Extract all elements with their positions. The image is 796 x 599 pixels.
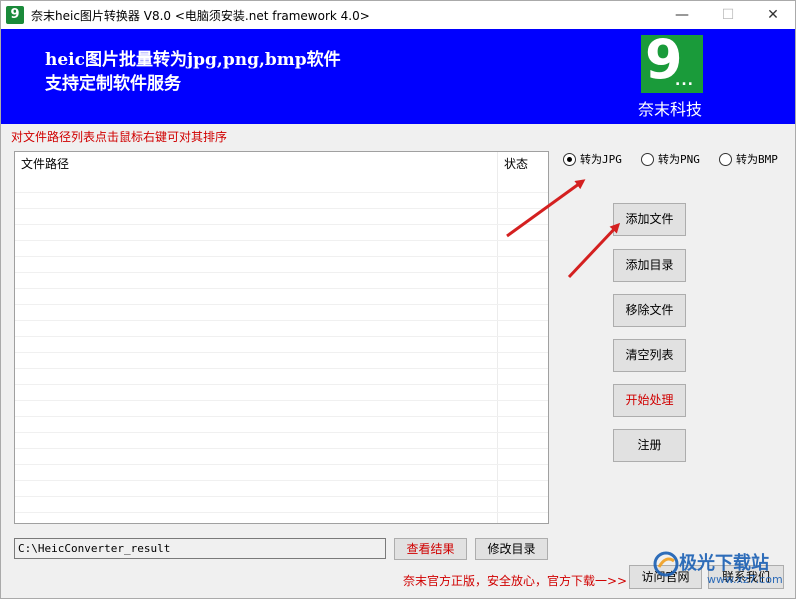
empty-row-line	[15, 320, 548, 321]
empty-row-line	[15, 464, 548, 465]
empty-row-line	[15, 368, 548, 369]
logo-dots: ...	[675, 73, 694, 89]
format-jpg-radio[interactable]: 转为JPG	[563, 151, 622, 167]
empty-row-line	[15, 336, 548, 337]
empty-row-line	[15, 416, 548, 417]
format-bmp-label: 转为BMP	[736, 153, 778, 166]
close-button[interactable]: ✕	[750, 1, 796, 29]
window-title: 奈末heic图片转换器 V8.0 <电脑须安装.net framework 4.…	[31, 9, 370, 23]
site-watermark: 极光下载站 www.xz7.com	[649, 549, 789, 593]
change-directory-button[interactable]: 修改目录	[475, 538, 548, 560]
empty-row-line	[15, 240, 548, 241]
title-bar: 9 奈末heic图片转换器 V8.0 <电脑须安装.net framework …	[1, 1, 795, 29]
banner-subheadline: 支持定制软件服务	[45, 74, 181, 94]
company-logo[interactable]: 9 ...	[641, 29, 703, 93]
format-png-label: 转为PNG	[658, 153, 700, 166]
format-png-radio[interactable]: 转为PNG	[641, 151, 700, 167]
company-name: 奈末科技	[638, 100, 703, 119]
remove-file-button[interactable]: 移除文件	[613, 294, 686, 327]
empty-row-line	[15, 496, 548, 497]
radio-empty-icon	[641, 152, 654, 166]
empty-row-line	[15, 272, 548, 273]
start-processing-button[interactable]: 开始处理	[613, 384, 686, 417]
format-bmp-radio[interactable]: 转为BMP	[719, 151, 778, 167]
file-list[interactable]: 文件路径 状态	[14, 151, 549, 524]
official-download-note: 奈末官方正版，安全放心，官方下载一>>	[403, 574, 628, 588]
add-directory-button[interactable]: 添加目录	[613, 249, 686, 282]
app-icon: 9	[6, 6, 24, 24]
arrow-to-add-file-button	[567, 222, 621, 279]
empty-row-line	[15, 448, 548, 449]
output-path-field[interactable]: C:\HeicConverter_result	[14, 538, 386, 559]
watermark-logo-icon	[653, 551, 679, 577]
empty-row-line	[15, 352, 548, 353]
banner-headline: heic图片批量转为jpg,png,bmp软件	[45, 50, 341, 70]
column-header-status[interactable]: 状态	[497, 152, 549, 176]
empty-row-line	[15, 224, 548, 225]
minimize-button[interactable]: —	[659, 1, 705, 29]
app-window: 9 奈末heic图片转换器 V8.0 <电脑须安装.net framework …	[0, 0, 796, 599]
empty-row-line	[15, 256, 548, 257]
column-header-path[interactable]: 文件路径	[15, 152, 497, 176]
empty-row-line	[15, 512, 548, 513]
view-result-button[interactable]: 查看结果	[394, 538, 467, 560]
clear-list-button[interactable]: 清空列表	[613, 339, 686, 372]
empty-row-line	[15, 304, 548, 305]
register-button[interactable]: 注册	[613, 429, 686, 462]
empty-row-line	[15, 384, 548, 385]
sort-hint: 对文件路径列表点击鼠标右键可对其排序	[11, 130, 228, 144]
empty-row-line	[15, 432, 548, 433]
format-jpg-label: 转为JPG	[580, 153, 622, 166]
radio-empty-icon	[719, 152, 732, 166]
banner: heic图片批量转为jpg,png,bmp软件 支持定制软件服务 9 ... 奈…	[1, 29, 795, 124]
empty-row-line	[15, 400, 548, 401]
add-file-button[interactable]: 添加文件	[613, 203, 686, 236]
watermark-text: 极光下载站	[679, 553, 769, 574]
empty-row-line	[15, 192, 548, 193]
radio-selected-icon	[563, 152, 576, 166]
empty-row-line	[15, 208, 548, 209]
maximize-button[interactable]: ☐	[705, 1, 751, 29]
empty-row-line	[15, 288, 548, 289]
watermark-url: www.xz7.com	[707, 573, 783, 586]
empty-row-line	[15, 480, 548, 481]
